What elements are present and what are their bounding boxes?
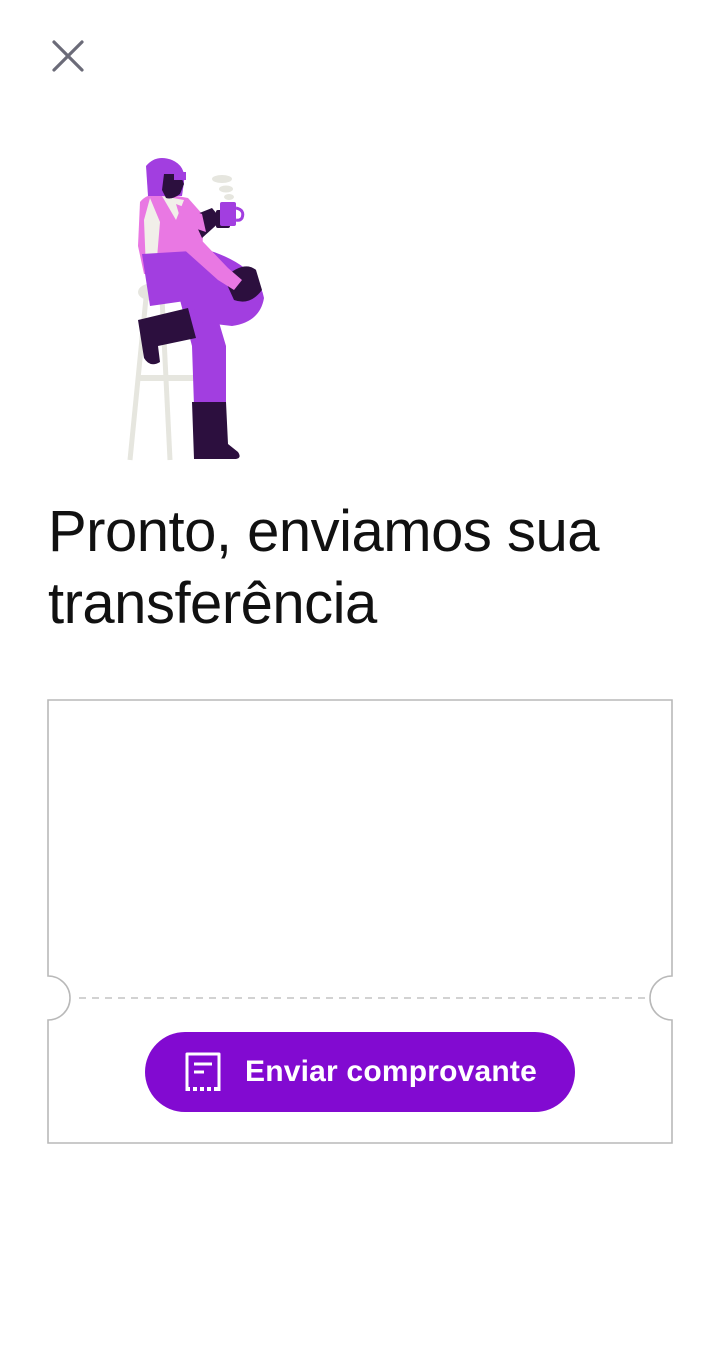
modal-top-edge	[0, 0, 720, 10]
coffee-cup-shape	[220, 202, 245, 226]
close-icon	[52, 40, 84, 72]
receipt-icon	[183, 1051, 223, 1093]
steam-shape	[212, 175, 234, 200]
close-button[interactable]	[44, 32, 92, 80]
send-receipt-label: Enviar comprovante	[244, 1055, 538, 1088]
woman-on-stool-with-coffee-illustration	[110, 150, 290, 470]
head-shape	[146, 158, 186, 199]
send-receipt-button[interactable]: Enviar comprovante	[145, 1032, 575, 1112]
page-title: Pronto, enviamos sua transferência	[48, 499, 599, 636]
